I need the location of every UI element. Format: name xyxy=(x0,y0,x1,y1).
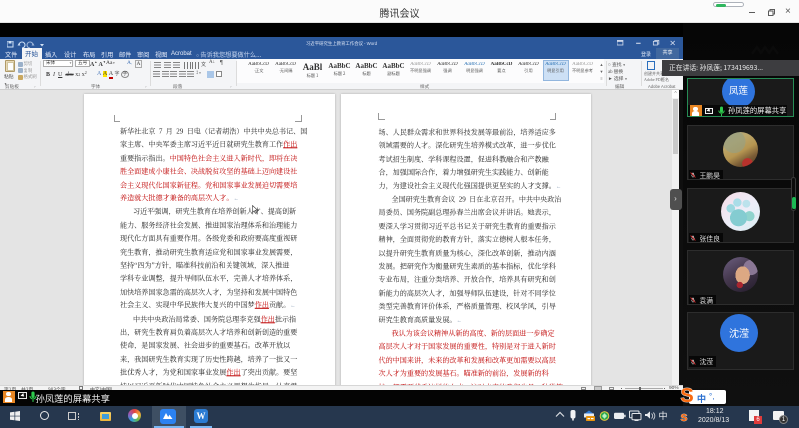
svg-text:s: s xyxy=(680,410,687,423)
svg-text:S: S xyxy=(680,385,693,406)
